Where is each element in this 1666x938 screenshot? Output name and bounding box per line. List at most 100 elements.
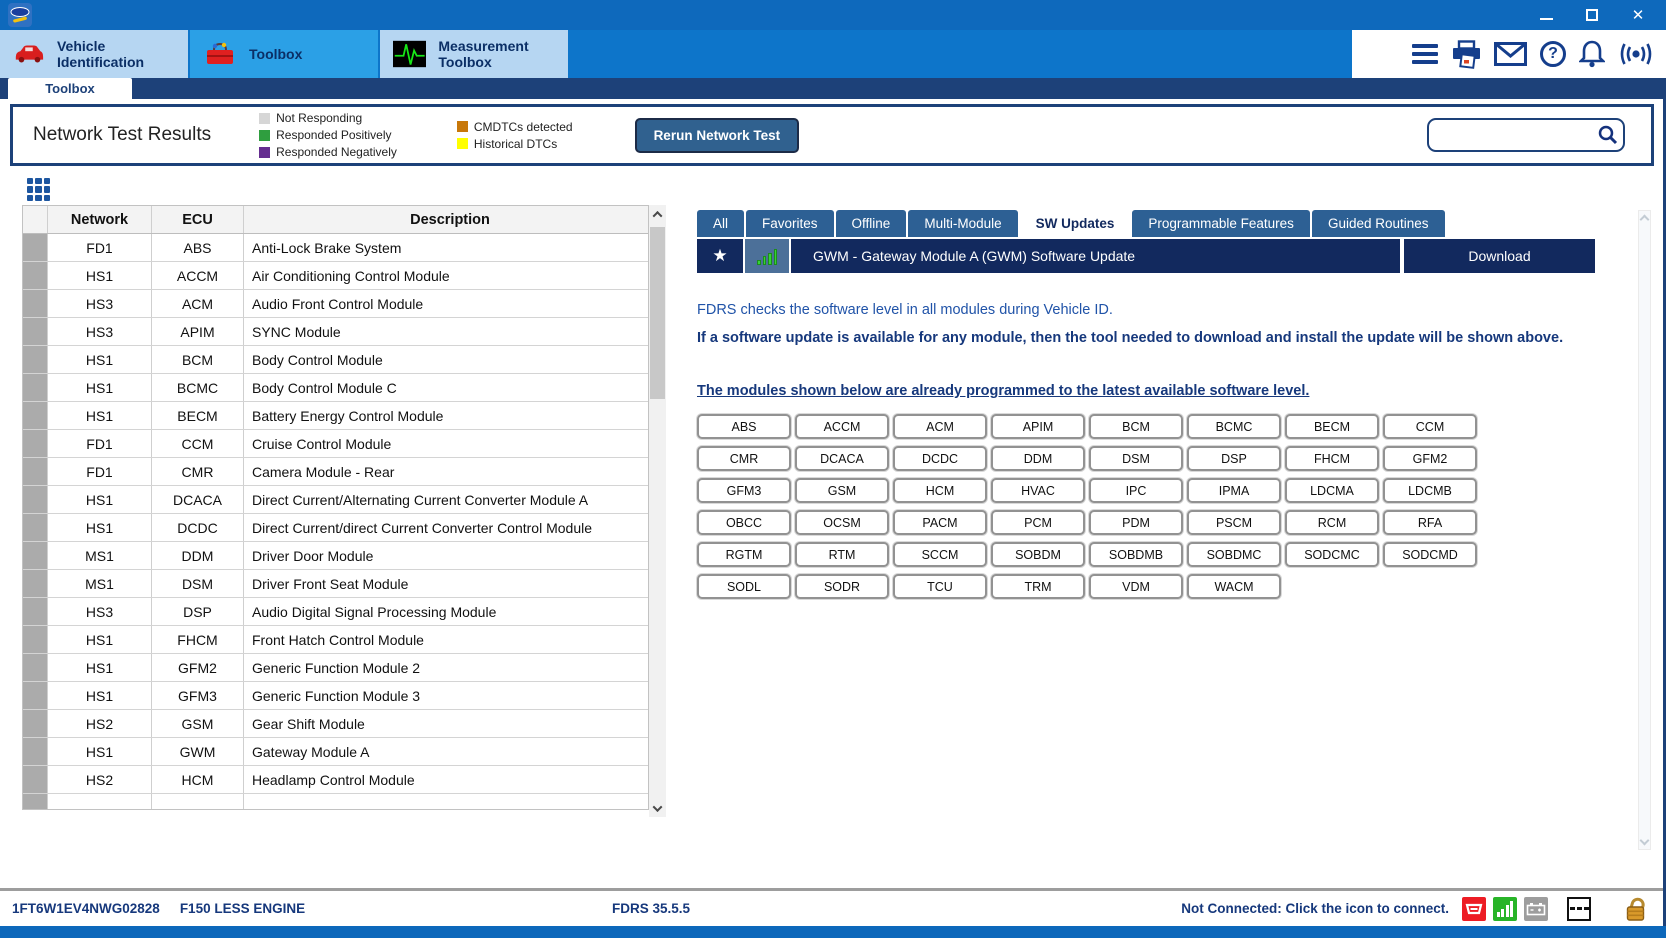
table-row[interactable]: FD1 ABS Anti-Lock Brake System <box>23 234 648 262</box>
module-button-sodr[interactable]: SODR <box>795 574 889 599</box>
tab-favorites[interactable]: Favorites <box>746 210 834 237</box>
help-icon[interactable]: ? <box>1540 41 1566 67</box>
table-row[interactable]: HS3 DSP Audio Digital Signal Processing Mo… <box>23 598 648 626</box>
module-button-dcdc[interactable]: DCDC <box>893 446 987 471</box>
module-button-pcm[interactable]: PCM <box>991 510 1085 535</box>
table-row[interactable]: MS1 DDM Driver Door Module <box>23 542 648 570</box>
module-button-dsp[interactable]: DSP <box>1187 446 1281 471</box>
panel-scrollbar[interactable] <box>1638 210 1651 850</box>
module-button-sodcmc[interactable]: SODCMC <box>1285 542 1379 567</box>
table-row[interactable]: HS1 BECM Battery Energy Control Module <box>23 402 648 430</box>
table-row[interactable]: HS1 FHCM Front Hatch Control Module <box>23 626 648 654</box>
module-button-ldcma[interactable]: LDCMA <box>1285 478 1379 503</box>
module-button-acm[interactable]: ACM <box>893 414 987 439</box>
table-row[interactable]: FD1 CMR Camera Module - Rear <box>23 458 648 486</box>
tab-sw-updates[interactable]: SW Updates <box>1019 210 1131 237</box>
module-button-trm[interactable]: TRM <box>991 574 1085 599</box>
notification-bell-icon[interactable] <box>1579 40 1605 68</box>
scrollbar-thumb[interactable] <box>650 227 665 399</box>
module-button-sobdm[interactable]: SOBDM <box>991 542 1085 567</box>
tab-toolbox[interactable]: Toolbox <box>190 30 378 78</box>
table-row[interactable]: HS1 BCMC Body Control Module C <box>23 374 648 402</box>
module-button-sobdmc[interactable]: SOBDMC <box>1187 542 1281 567</box>
module-button-hvac[interactable]: HVAC <box>991 478 1085 503</box>
tab-multi-module[interactable]: Multi-Module <box>908 210 1018 237</box>
voltage-dashes-icon[interactable] <box>1567 896 1591 921</box>
module-button-gfm2[interactable]: GFM2 <box>1383 446 1477 471</box>
module-button-ddm[interactable]: DDM <box>991 446 1085 471</box>
tab-guided-routines[interactable]: Guided Routines <box>1311 210 1445 237</box>
table-row[interactable]: HS1 BCM Body Control Module <box>23 346 648 374</box>
module-button-pdm[interactable]: PDM <box>1089 510 1183 535</box>
tab-all[interactable]: All <box>697 210 745 237</box>
update-title[interactable]: GWM - Gateway Module A (GWM) Software Up… <box>791 239 1400 273</box>
module-button-rtm[interactable]: RTM <box>795 542 889 567</box>
module-button-sodl[interactable]: SODL <box>697 574 791 599</box>
favorite-star-icon[interactable]: ★ <box>697 239 743 273</box>
table-row[interactable]: MS1 DSM Driver Front Seat Module <box>23 570 648 598</box>
table-row[interactable]: HS2 HCM Headlamp Control Module <box>23 766 648 794</box>
download-button[interactable]: Download <box>1402 239 1595 273</box>
module-button-becm[interactable]: BECM <box>1285 414 1379 439</box>
module-button-rfa[interactable]: RFA <box>1383 510 1477 535</box>
grid-view-icon[interactable] <box>27 178 50 201</box>
table-row[interactable]: HS1 GFM3 Generic Function Module 3 <box>23 682 648 710</box>
module-button-ccm[interactable]: CCM <box>1383 414 1477 439</box>
module-button-gsm[interactable]: GSM <box>795 478 889 503</box>
tab-vehicle-identification[interactable]: Vehicle Identification <box>0 30 188 78</box>
tab-programmable-features[interactable]: Programmable Features <box>1132 210 1310 237</box>
broadcast-icon[interactable] <box>1618 41 1654 67</box>
module-button-sobdmb[interactable]: SOBDMB <box>1089 542 1183 567</box>
module-button-bcmc[interactable]: BCMC <box>1187 414 1281 439</box>
table-row[interactable]: HS3 ACM Audio Front Control Module <box>23 290 648 318</box>
minimize-button[interactable] <box>1538 7 1554 23</box>
document-tab-toolbox[interactable]: Toolbox <box>8 78 132 99</box>
scroll-down-arrow-icon[interactable] <box>1639 835 1650 846</box>
close-button[interactable]: ✕ <box>1630 7 1646 23</box>
module-button-fhcm[interactable]: FHCM <box>1285 446 1379 471</box>
module-button-ocsm[interactable]: OCSM <box>795 510 889 535</box>
module-button-cmr[interactable]: CMR <box>697 446 791 471</box>
module-button-rgtm[interactable]: RGTM <box>697 542 791 567</box>
table-row[interactable]: HS3 APIM SYNC Module <box>23 318 648 346</box>
table-row[interactable]: HS1 GFM2 Generic Function Module 2 <box>23 654 648 682</box>
maximize-button[interactable] <box>1584 7 1600 23</box>
module-button-gfm3[interactable]: GFM3 <box>697 478 791 503</box>
table-row[interactable]: HS1 DCDC Direct Current/direct Current Con… <box>23 514 648 542</box>
scroll-up-arrow-icon[interactable] <box>649 205 666 223</box>
table-row[interactable]: HS1 DCACA Direct Current/Alternating Curre… <box>23 486 648 514</box>
module-button-tcu[interactable]: TCU <box>893 574 987 599</box>
rerun-network-test-button[interactable]: Rerun Network Test <box>634 117 800 153</box>
table-row[interactable]: HS1 ACCM Air Conditioning Control Module <box>23 262 648 290</box>
table-row[interactable]: FD1 CCM Cruise Control Module <box>23 430 648 458</box>
module-button-accm[interactable]: ACCM <box>795 414 889 439</box>
module-button-rcm[interactable]: RCM <box>1285 510 1379 535</box>
module-button-hcm[interactable]: HCM <box>893 478 987 503</box>
table-row[interactable]: HS1 GWM Gateway Module A <box>23 738 648 766</box>
scroll-up-arrow-icon[interactable] <box>1639 214 1650 225</box>
printer-icon[interactable] <box>1451 39 1481 69</box>
module-button-ipma[interactable]: IPMA <box>1187 478 1281 503</box>
module-button-sccm[interactable]: SCCM <box>893 542 987 567</box>
mail-icon[interactable] <box>1494 42 1527 66</box>
table-scrollbar[interactable] <box>649 205 666 817</box>
module-button-dcaca[interactable]: DCACA <box>795 446 889 471</box>
search-input[interactable] <box>1429 120 1593 150</box>
module-button-apim[interactable]: APIM <box>991 414 1085 439</box>
module-button-wacm[interactable]: WACM <box>1187 574 1281 599</box>
module-button-obcc[interactable]: OBCC <box>697 510 791 535</box>
module-button-pscm[interactable]: PSCM <box>1187 510 1281 535</box>
module-button-ldcmb[interactable]: LDCMB <box>1383 478 1477 503</box>
unlocked-padlock-icon[interactable] <box>1624 895 1648 922</box>
vci-disconnected-icon[interactable] <box>1462 896 1486 921</box>
module-button-bcm[interactable]: BCM <box>1089 414 1183 439</box>
module-button-abs[interactable]: ABS <box>697 414 791 439</box>
table-row[interactable]: HS2 GSM Gear Shift Module <box>23 710 648 738</box>
network-signal-icon[interactable] <box>1493 896 1517 921</box>
search-icon[interactable] <box>1593 124 1623 146</box>
module-button-sodcmd[interactable]: SODCMD <box>1383 542 1477 567</box>
tab-measurement-toolbox[interactable]: Measurement Toolbox <box>380 30 568 78</box>
tab-offline[interactable]: Offline <box>835 210 907 237</box>
module-button-vdm[interactable]: VDM <box>1089 574 1183 599</box>
module-button-dsm[interactable]: DSM <box>1089 446 1183 471</box>
